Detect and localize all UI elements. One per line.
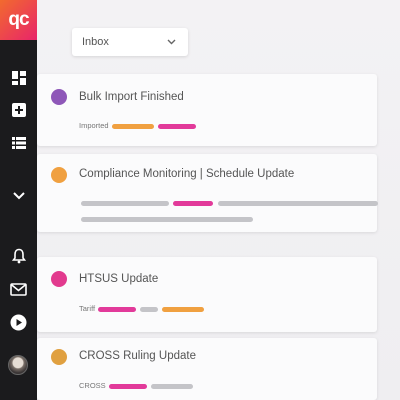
notification-tags: Tariff <box>79 305 208 313</box>
avatar[interactable] <box>8 355 28 375</box>
tag-pill <box>162 306 205 312</box>
status-dot <box>51 167 67 183</box>
list-icon[interactable] <box>6 132 31 154</box>
app-logo[interactable]: qc <box>0 0 37 40</box>
tag-label: Imported <box>79 121 109 130</box>
notification-title: HTSUS Update <box>79 273 159 285</box>
notification-title: Bulk Import Finished <box>79 91 184 103</box>
play-icon[interactable] <box>6 311 31 333</box>
tag-pill <box>173 201 213 206</box>
notification-card[interactable]: HTSUS Update Tariff <box>37 257 377 332</box>
placeholder-bar <box>81 201 169 206</box>
sidebar: qc <box>0 0 37 400</box>
add-icon[interactable] <box>6 99 31 121</box>
notification-card[interactable]: Bulk Import Finished Imported <box>37 74 377 146</box>
status-dot <box>51 271 67 287</box>
notification-card[interactable]: CROSS Ruling Update CROSS <box>37 338 377 400</box>
bell-icon[interactable] <box>6 245 31 267</box>
notification-tags: Imported <box>79 122 200 130</box>
status-dot <box>51 89 67 105</box>
tag-pill <box>157 123 196 129</box>
inbox-dropdown[interactable]: Inbox <box>72 28 188 56</box>
placeholder-bar <box>81 217 253 222</box>
tag-pill <box>111 123 154 129</box>
chevron-down-icon[interactable] <box>6 185 31 207</box>
notification-title: CROSS Ruling Update <box>79 350 196 362</box>
chevron-down-icon <box>167 39 176 45</box>
tag-label: Tariff <box>79 304 96 313</box>
inbox-dropdown-label: Inbox <box>82 36 109 48</box>
notification-title: Compliance Monitoring | Schedule Update <box>79 168 295 180</box>
tag-pill <box>140 306 159 312</box>
tag-pill <box>108 383 147 389</box>
status-dot <box>51 349 67 365</box>
dashboard-icon[interactable] <box>6 67 31 89</box>
tag-pill <box>150 383 193 389</box>
tag-label: CROSS <box>79 381 106 390</box>
tag-pill <box>98 306 137 312</box>
placeholder-bar <box>218 201 378 206</box>
notification-tags: CROSS <box>79 382 197 390</box>
notification-card[interactable]: Compliance Monitoring | Schedule Update <box>37 154 378 232</box>
mail-icon[interactable] <box>6 278 31 300</box>
